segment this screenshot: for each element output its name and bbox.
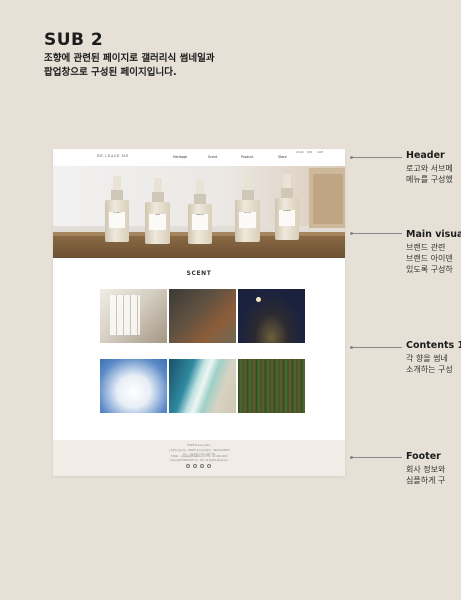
callout-dot [350, 232, 353, 235]
callout-line-contents [352, 347, 402, 348]
annotation-title-contents: Contents 1 [406, 340, 461, 351]
gallery-thumb-night[interactable] [238, 289, 305, 343]
nav-item-product[interactable]: Product [241, 155, 254, 159]
bottle-label: SERENE [278, 210, 296, 226]
bottle-label: BLOOM [238, 212, 257, 228]
annotation-title-header: Header [406, 150, 445, 161]
youtube-icon[interactable] [200, 464, 204, 468]
annotation-desc-header: 로고와 서브메 메뉴를 구성했 [406, 164, 453, 184]
gallery-thumb-sofa[interactable] [169, 289, 236, 343]
description-text: 조향에 관련된 페이지로 갤러리식 썸네일과 팝업창으로 구성된 페이지입니다. [44, 53, 215, 78]
callout-line-footer [352, 457, 402, 458]
annotation-title-main-visual: Main visual [406, 229, 461, 240]
footer-line: HOME Privacy policy [187, 444, 211, 447]
nav-item-scent[interactable]: Scent [208, 155, 217, 159]
gallery-thumb-forest[interactable] [238, 359, 305, 413]
annotation-desc-main-visual: 브랜드 관련 브랜드 아이덴 있도록 구성하 [406, 243, 453, 274]
annotation-desc-footer: 회사 정보와 심플하게 구 [406, 465, 446, 485]
bottle-4: BLOOM [235, 176, 260, 242]
bottle-5: SERENE [275, 174, 299, 240]
main-visual: SOLACE CALM TRANQUIL BLOOM SERENE [53, 166, 345, 258]
callout-line-main-visual [352, 233, 402, 234]
util-cart[interactable]: CART [317, 151, 323, 154]
mock-footer: HOME Privacy policy 고객센터 대표이사 : 00000 사업… [53, 440, 345, 476]
moon-icon [256, 297, 261, 302]
facebook-icon[interactable] [193, 464, 197, 468]
website-mockup: RE:LEASE·ME Heritage Scent Product Store… [53, 149, 345, 476]
window-shape [110, 295, 140, 335]
nav-item-heritage[interactable]: Heritage [173, 155, 187, 159]
callout-dot [350, 456, 353, 459]
callout-line-header [352, 157, 402, 158]
callout-dot [350, 346, 353, 349]
bottle-label: SOLACE [108, 212, 126, 228]
util-login[interactable]: LOGIN [296, 151, 303, 154]
section-title-scent: SCENT [186, 270, 212, 277]
util-join[interactable]: JOIN [307, 151, 312, 154]
annotation-desc-contents: 각 향을 썸네 소개하는 구성 [406, 354, 453, 374]
gallery-thumb-clouds[interactable] [100, 359, 167, 413]
page-description: 조향에 관련된 페이지로 갤러리식 썸네일과 팝업창으로 구성된 페이지입니다. [44, 52, 215, 80]
brand-logo[interactable]: RE:LEASE·ME [97, 154, 129, 158]
callout-dot [350, 156, 353, 159]
blog-icon[interactable] [207, 464, 211, 468]
mock-header: RE:LEASE·ME Heritage Scent Product Store… [53, 149, 345, 166]
gallery-thumb-window[interactable] [100, 289, 167, 343]
gallery-thumb-ocean[interactable] [169, 359, 236, 413]
page-title: SUB 2 [44, 30, 104, 50]
hero-wooden-box-inner [313, 174, 343, 224]
bottle-1: SOLACE [105, 176, 129, 242]
bottle-3: TRANQUIL [188, 180, 212, 244]
bottle-label: CALM [148, 214, 167, 230]
nav-item-store[interactable]: Store [278, 155, 287, 159]
instagram-icon[interactable] [186, 464, 190, 468]
bottle-2: CALM [145, 178, 170, 244]
annotation-title-footer: Footer [406, 451, 441, 462]
footer-line: Copyright©RELEASE CO., LTD. All Rights R… [169, 458, 229, 462]
bottle-label: TRANQUIL [191, 214, 209, 230]
